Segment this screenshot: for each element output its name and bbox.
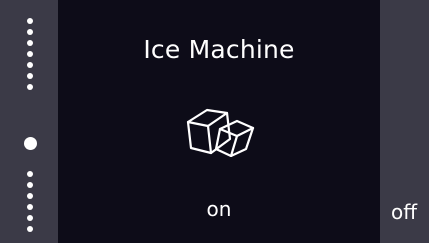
menu-dot-2 bbox=[27, 29, 33, 35]
menu-dot-10 bbox=[27, 193, 33, 199]
menu-position-dots bbox=[24, 18, 37, 232]
menu-dot-3 bbox=[27, 40, 33, 46]
menu-dot-13 bbox=[27, 226, 33, 232]
feature-title: Ice Machine bbox=[143, 35, 295, 64]
menu-scroll-indicator[interactable] bbox=[0, 0, 58, 243]
ice-machine-panel[interactable]: Ice Machine on bbox=[58, 0, 380, 243]
menu-dot-12 bbox=[27, 215, 33, 221]
menu-dot-9 bbox=[27, 182, 33, 188]
menu-dot-11 bbox=[27, 204, 33, 210]
menu-dot-6 bbox=[27, 73, 33, 79]
next-option-panel[interactable]: off bbox=[380, 0, 429, 243]
menu-dot-4 bbox=[27, 51, 33, 57]
menu-dot-1 bbox=[27, 18, 33, 24]
menu-dot-8 bbox=[27, 171, 33, 177]
ice-machine-screen: Ice Machine on off bbox=[0, 0, 429, 243]
ice-cubes-icon bbox=[186, 108, 255, 157]
current-setting: on bbox=[206, 197, 232, 221]
next-option-label: off bbox=[391, 200, 418, 224]
menu-dot-7 bbox=[27, 84, 33, 90]
menu-dot-5 bbox=[27, 62, 33, 68]
menu-dot-active bbox=[24, 137, 37, 150]
